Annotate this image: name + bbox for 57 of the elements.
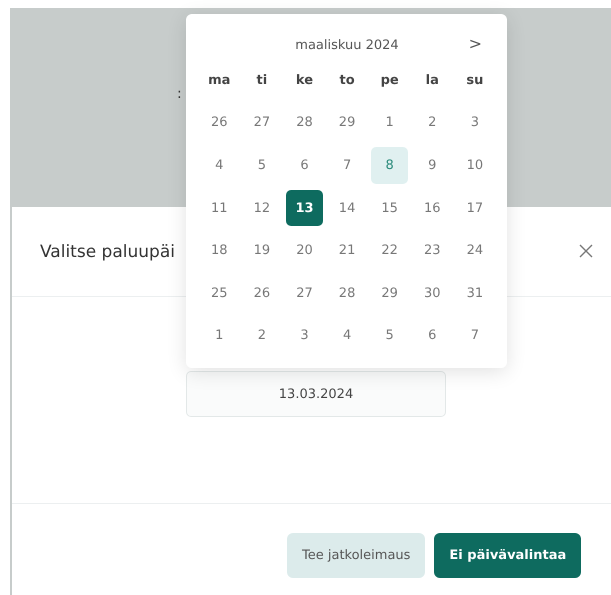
calendar-day[interactable]: 11 <box>201 190 238 226</box>
calendar-day[interactable]: 13 <box>286 190 323 226</box>
calendar-day[interactable]: 26 <box>201 104 238 142</box>
calendar-day[interactable]: 22 <box>371 232 408 269</box>
calendar-day[interactable]: 24 <box>456 232 494 269</box>
calendar-day[interactable]: 29 <box>371 274 408 312</box>
calendar-day[interactable]: 30 <box>414 274 451 312</box>
calendar-day[interactable]: 12 <box>244 190 280 226</box>
calendar-day[interactable]: 6 <box>286 147 323 184</box>
calendar-day[interactable]: 25 <box>201 274 238 312</box>
backdrop-text: : <box>177 86 182 102</box>
date-field[interactable]: 13.03.2024 <box>186 371 446 417</box>
calendar-day[interactable]: 2 <box>244 318 280 354</box>
weekday-label: ma <box>207 72 232 90</box>
calendar-day[interactable]: 18 <box>201 232 238 269</box>
calendar-day[interactable]: 23 <box>414 232 451 269</box>
calendar-day[interactable]: 1 <box>371 104 408 142</box>
weekday-label: pe <box>380 72 400 90</box>
calendar-day[interactable]: 14 <box>328 190 366 226</box>
calendar-day[interactable]: 6 <box>414 318 451 354</box>
dialog-title: Valitse paluupäi <box>40 242 175 262</box>
calendar-day[interactable]: 9 <box>414 147 451 184</box>
calendar-day[interactable]: 19 <box>244 232 280 269</box>
calendar-day[interactable]: 27 <box>286 274 323 312</box>
calendar-day[interactable]: 8 <box>371 147 408 184</box>
calendar-day[interactable]: 17 <box>456 190 494 226</box>
calendar-day[interactable]: 29 <box>328 104 366 142</box>
calendar-day[interactable]: 7 <box>456 318 494 354</box>
calendar-day[interactable]: 31 <box>456 274 494 312</box>
calendar-day[interactable]: 21 <box>328 232 366 269</box>
calendar-day[interactable]: 3 <box>456 104 494 142</box>
calendar-day[interactable]: 27 <box>244 104 280 142</box>
weekday-label: to <box>338 72 356 90</box>
calendar-day[interactable]: 1 <box>201 318 238 354</box>
calendar-day[interactable]: 4 <box>201 147 238 184</box>
no-date-button[interactable]: Ei päivävalintaa <box>434 533 582 578</box>
weekday-label: su <box>465 72 484 90</box>
calendar-day[interactable]: 20 <box>286 232 323 269</box>
calendar-day[interactable]: 28 <box>286 104 323 142</box>
calendar-day[interactable]: 2 <box>414 104 451 142</box>
next-month-button[interactable]: > <box>468 34 482 53</box>
calendar-day[interactable]: 26 <box>244 274 280 312</box>
close-icon[interactable] <box>579 244 593 258</box>
calendar-day[interactable]: 5 <box>371 318 408 354</box>
calendar-day[interactable]: 28 <box>328 274 366 312</box>
calendar-day[interactable]: 16 <box>414 190 451 226</box>
calendar-day[interactable]: 15 <box>371 190 408 226</box>
weekday-label: ke <box>294 72 314 90</box>
continue-button[interactable]: Tee jatkoleimaus <box>287 533 426 578</box>
calendar-day[interactable]: 7 <box>328 147 366 184</box>
calendar-day[interactable]: 10 <box>456 147 494 184</box>
calendar-day[interactable]: 4 <box>328 318 366 354</box>
calendar-day[interactable]: 5 <box>244 147 280 184</box>
weekday-label: la <box>424 72 440 90</box>
month-label: maaliskuu 2024 <box>295 38 399 52</box>
calendar-day[interactable]: 3 <box>286 318 323 354</box>
weekday-label: ti <box>256 72 268 90</box>
